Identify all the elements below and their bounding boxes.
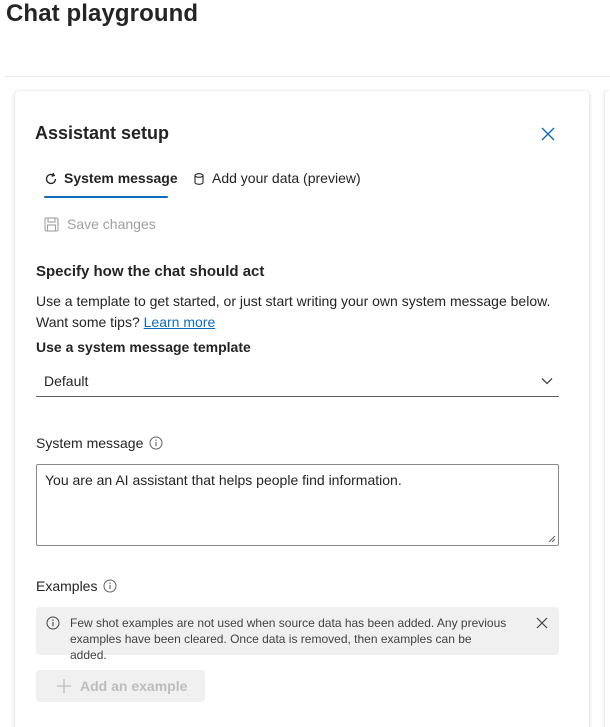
tab-add-your-data-label: Add your data (preview) [212, 170, 361, 186]
learn-more-link[interactable]: Learn more [144, 314, 216, 330]
system-message-label: System message [36, 435, 163, 451]
panel-title: Assistant setup [35, 123, 170, 143]
chevron-down-icon [541, 378, 553, 385]
info-icon[interactable] [103, 579, 117, 593]
resize-grip-icon[interactable] [548, 535, 556, 543]
add-example-label: Add an example [80, 678, 188, 694]
close-icon[interactable] [535, 616, 549, 630]
template-dropdown-value: Default [44, 373, 89, 389]
system-message-label-text: System message [36, 435, 144, 451]
tab-add-your-data[interactable]: Add your data (preview) [192, 170, 361, 200]
save-changes-label: Save changes [67, 216, 156, 232]
examples-label: Examples [36, 578, 117, 594]
examples-info-bar: Few shot examples are not used when sour… [36, 607, 559, 662]
save-icon [44, 216, 59, 232]
close-icon [541, 127, 555, 141]
template-dropdown[interactable]: Default [36, 366, 559, 397]
template-label: Use a system message template [36, 339, 251, 355]
database-icon [192, 172, 206, 186]
assistant-setup-panel: Assistant setup System message Add your … [15, 91, 589, 727]
header-divider [4, 76, 610, 77]
system-message-value: You are an AI assistant that helps peopl… [45, 472, 402, 488]
add-example-button[interactable]: Add an example [36, 670, 205, 702]
plus-icon [57, 679, 71, 693]
active-tab-indicator [44, 196, 168, 198]
adjacent-panel-edge [605, 91, 610, 727]
tab-system-message-label: System message [64, 170, 178, 186]
system-message-input[interactable]: You are an AI assistant that helps peopl… [36, 464, 559, 546]
examples-label-text: Examples [36, 578, 98, 594]
info-icon[interactable] [149, 436, 163, 450]
help-text-body: Use a template to get started, or just s… [36, 293, 551, 330]
info-icon [46, 616, 60, 630]
page-title: Chat playground [6, 0, 199, 27]
save-changes-button[interactable]: Save changes [44, 216, 156, 232]
close-button[interactable] [537, 123, 559, 145]
examples-info-text: Few shot examples are not used when sour… [70, 616, 507, 662]
section-heading: Specify how the chat should act [36, 263, 265, 280]
help-text: Use a template to get started, or just s… [36, 291, 566, 333]
refresh-icon [44, 172, 58, 186]
